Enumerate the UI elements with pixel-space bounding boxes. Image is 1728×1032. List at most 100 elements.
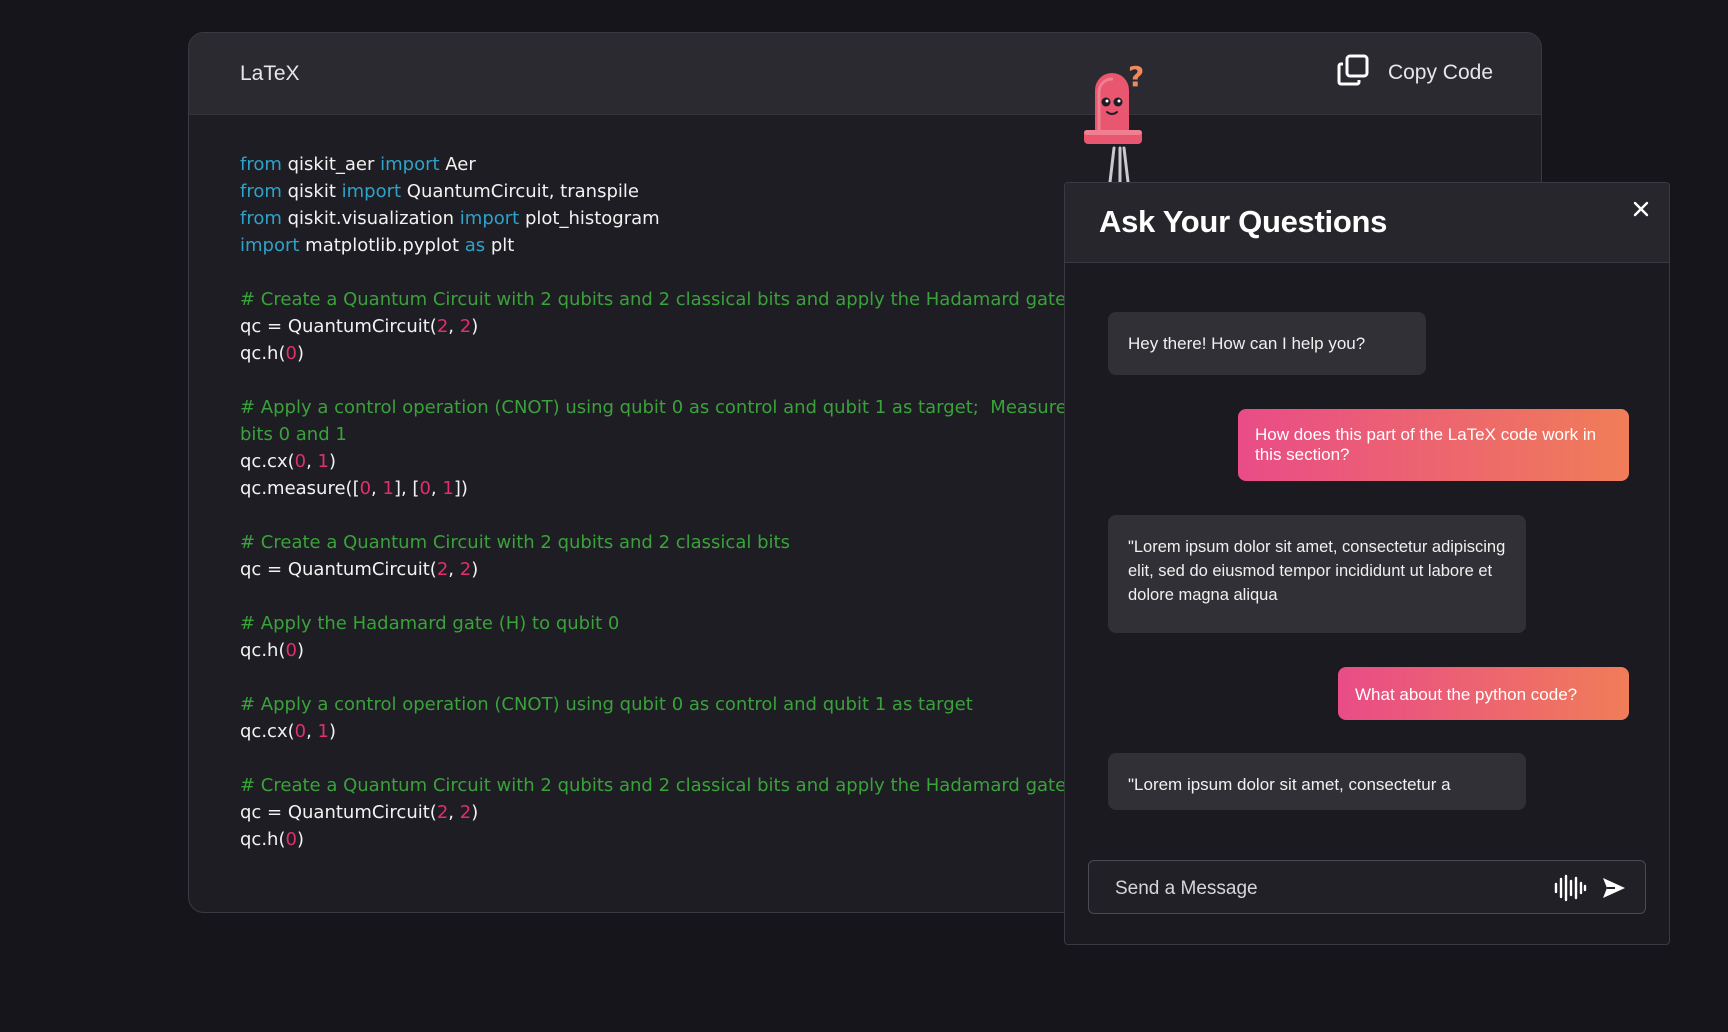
- code-token: Aer: [439, 154, 476, 175]
- code-token: qiskit.visualization: [281, 208, 460, 229]
- code-line: # Create a Quantum Circuit with 2 qubits…: [240, 772, 1067, 799]
- question-mark: ?: [1128, 62, 1144, 93]
- code-line: qc.h(0): [240, 340, 1067, 367]
- mascot-question-icon: ?: [1080, 60, 1160, 184]
- close-icon[interactable]: [1627, 195, 1655, 223]
- code-block: from qiskit_aer import Aer from qiskit im…: [240, 151, 1067, 853]
- code-line: # Apply the Hadamard gate (H) to qubit 0: [240, 610, 1067, 637]
- code-line: # Apply a control operation (CNOT) using…: [240, 691, 1067, 718]
- code-line: # Apply a control operation (CNOT) using…: [240, 394, 1067, 421]
- code-token: 2: [436, 316, 449, 337]
- chat-message-bot: Hey there! How can I help you?: [1108, 312, 1426, 375]
- code-token: 2: [459, 316, 472, 337]
- code-line: qc = QuantumCircuit(2, 2): [240, 313, 1067, 340]
- code-token: 1: [317, 451, 329, 472]
- code-token: as: [464, 235, 486, 256]
- code-token: ,: [448, 316, 460, 337]
- code-token: plt: [485, 235, 515, 256]
- code-line: qc.cx(0, 1): [240, 718, 1067, 745]
- code-line: from qiskit.visualization import plot_hi…: [240, 205, 1067, 232]
- code-token: ,: [448, 802, 460, 823]
- code-token: ): [296, 829, 304, 850]
- code-token: 2: [459, 802, 472, 823]
- language-label: LaTeX: [240, 62, 300, 85]
- code-token: import: [341, 181, 402, 202]
- code-token: 1: [442, 478, 454, 499]
- code-token: qiskit: [281, 181, 342, 202]
- chat-header: Ask Your Questions: [1065, 183, 1669, 263]
- code-token: 0: [419, 478, 431, 499]
- code-token: ,: [448, 559, 460, 580]
- code-token: qc.cx(: [240, 451, 295, 472]
- code-token: import: [380, 154, 440, 175]
- code-line: qc = QuantumCircuit(2, 2): [240, 556, 1067, 583]
- message-input-box: [1088, 860, 1646, 914]
- code-token: ,: [306, 721, 318, 742]
- chat-message-bot: "Lorem ipsum dolor sit amet, consectetur…: [1108, 753, 1526, 810]
- code-token: matplotlib.pyplot: [299, 235, 465, 256]
- message-input[interactable]: [1113, 875, 1517, 903]
- code-token: qc.h(: [240, 343, 286, 364]
- code-token: ], [: [393, 478, 420, 499]
- code-line: qc.h(0): [240, 826, 1067, 853]
- code-token: ): [471, 559, 479, 580]
- code-token: 2: [436, 802, 449, 823]
- code-token: qc = QuantumCircuit(: [240, 559, 437, 580]
- code-token: ,: [306, 451, 318, 472]
- code-line: from qiskit_aer import Aer: [240, 151, 1067, 178]
- code-token: # Apply a control operation (CNOT) using…: [240, 397, 1067, 418]
- code-token: # Create a Quantum Circuit with 2 qubits…: [240, 289, 1067, 310]
- code-token: qc.measure([: [240, 478, 360, 499]
- chat-panel: Ask Your Questions Hey there! How can I …: [1064, 182, 1670, 945]
- code-token: from: [240, 208, 282, 229]
- code-line: qc.h(0): [240, 637, 1067, 664]
- code-token: qc = QuantumCircuit(: [240, 316, 437, 337]
- chat-message-user: How does this part of the LaTeX code wor…: [1238, 409, 1629, 481]
- waveform-icon[interactable]: [1553, 874, 1587, 902]
- code-token: 0: [285, 343, 297, 364]
- code-token: ): [328, 451, 337, 472]
- code-token: 1: [317, 721, 329, 742]
- code-token: ): [296, 640, 304, 661]
- code-token: ,: [430, 478, 443, 499]
- code-token: from: [240, 154, 282, 175]
- copy-code-button[interactable]: Copy Code: [1336, 53, 1493, 93]
- code-token: 0: [285, 829, 297, 850]
- code-line: qc.cx(0, 1): [240, 448, 1067, 475]
- copy-code-label: Copy Code: [1387, 61, 1493, 84]
- code-token: ): [328, 721, 337, 742]
- code-line: qc = QuantumCircuit(2, 2): [240, 799, 1067, 826]
- code-token: 2: [459, 559, 472, 580]
- code-token: ): [296, 343, 304, 364]
- code-header: LaTeX Copy Code: [189, 33, 1541, 115]
- code-token: plot_histogram: [519, 208, 660, 229]
- code-token: ,: [371, 478, 383, 499]
- code-line: bits 0 and 1: [240, 421, 1067, 448]
- code-line: # Create a Quantum Circuit with 2 qubits…: [240, 286, 1067, 313]
- code-token: # Create a Quantum Circuit with 2 qubits…: [240, 775, 1067, 796]
- code-token: bits 0 and 1: [240, 424, 347, 445]
- code-token: 0: [294, 451, 307, 472]
- code-token: ): [471, 316, 479, 337]
- code-token: qc.cx(: [240, 721, 295, 742]
- copy-icon: [1336, 53, 1370, 93]
- code-token: import: [459, 208, 520, 229]
- code-token: 1: [382, 478, 394, 499]
- code-token: ): [471, 802, 479, 823]
- code-token: QuantumCircuit, transpile: [401, 181, 639, 202]
- code-token: 2: [436, 559, 449, 580]
- code-line: from qiskit import QuantumCircuit, trans…: [240, 178, 1067, 205]
- send-icon[interactable]: [1601, 876, 1627, 900]
- code-line: import matplotlib.pyplot as plt: [240, 232, 1067, 259]
- code-token: # Create a Quantum Circuit with 2 qubits…: [240, 532, 790, 553]
- code-token: import: [240, 235, 300, 256]
- code-token: qiskit_aer: [281, 154, 381, 175]
- code-token: qc.h(: [240, 640, 286, 661]
- chat-message-bot: "Lorem ipsum dolor sit amet, consectetur…: [1108, 515, 1526, 633]
- code-token: from: [240, 181, 282, 202]
